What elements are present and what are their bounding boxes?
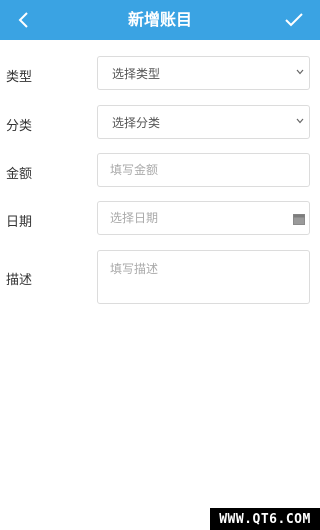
category-label: 分类 bbox=[6, 119, 33, 134]
category-select-value: 选择分类 bbox=[97, 105, 310, 139]
top-app-bar: 新增账目 bbox=[0, 0, 320, 40]
page-title: 新增账目 bbox=[127, 10, 192, 29]
back-button[interactable] bbox=[10, 6, 38, 34]
watermark: WWW.QT6.COM bbox=[210, 508, 320, 530]
chevron-down-icon bbox=[296, 69, 304, 75]
calendar-icon[interactable] bbox=[293, 213, 305, 225]
description-label: 描述 bbox=[6, 273, 33, 288]
chevron-left-icon bbox=[18, 12, 28, 28]
date-input[interactable] bbox=[97, 201, 310, 235]
type-select-value: 选择类型 bbox=[97, 56, 310, 90]
amount-input[interactable] bbox=[97, 153, 310, 187]
amount-label: 金额 bbox=[6, 167, 33, 182]
type-label: 类型 bbox=[6, 70, 33, 85]
check-icon bbox=[285, 13, 303, 27]
category-select[interactable]: 选择分类 bbox=[97, 105, 310, 139]
chevron-down-icon bbox=[296, 118, 304, 124]
type-select[interactable]: 选择类型 bbox=[97, 56, 310, 90]
date-label: 日期 bbox=[6, 215, 33, 230]
description-textarea[interactable] bbox=[97, 250, 310, 304]
confirm-button[interactable] bbox=[280, 6, 308, 34]
